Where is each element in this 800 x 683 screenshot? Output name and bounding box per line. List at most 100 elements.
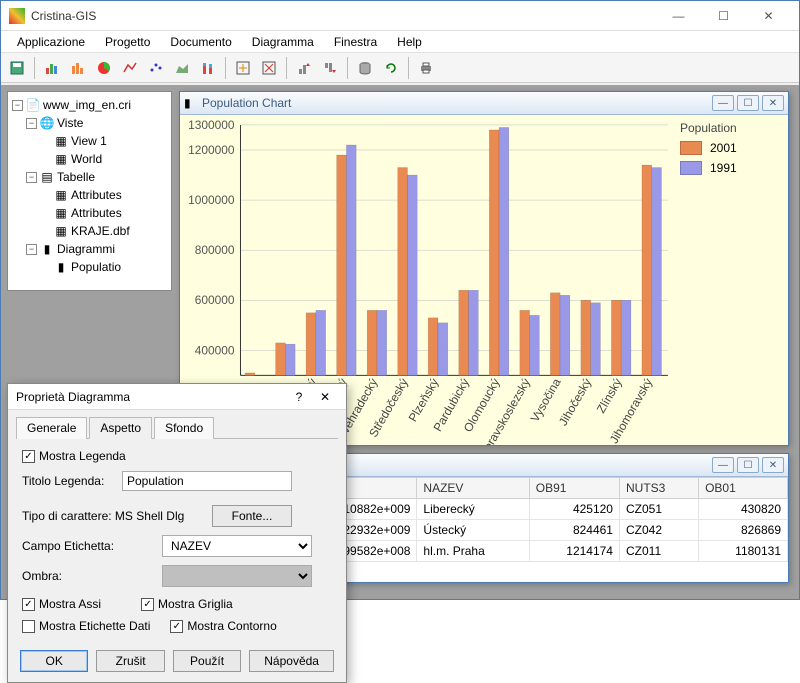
mdi-maximize-button[interactable]: ☐: [737, 95, 759, 111]
chart-properties-dialog: Proprietà Diagramma ? ✕ Generale Aspetto…: [7, 383, 347, 683]
show-grid-checkbox[interactable]: ✓Mostra Griglia: [141, 597, 233, 611]
apply-button[interactable]: Použít: [173, 650, 241, 672]
tree-item-attributes2[interactable]: ▦Attributes: [54, 204, 167, 222]
toolbar-delete-icon[interactable]: [257, 56, 281, 80]
tree-item-populatio[interactable]: ▮Populatio: [54, 258, 167, 276]
titlebar: Cristina-GIS — ☐ ✕: [1, 1, 799, 31]
dialog-help-button[interactable]: ?: [286, 386, 312, 408]
ok-button[interactable]: OK: [20, 650, 88, 672]
chart-window-title: Population Chart: [202, 96, 709, 110]
maximize-button[interactable]: ☐: [701, 2, 746, 30]
mdi-minimize-button[interactable]: —: [712, 457, 734, 473]
project-tree-panel: − 📄 www_img_en.cri − 🌐 Viste ▦View 1 ▦Wo…: [7, 91, 172, 291]
toolbar-edit-icon[interactable]: [231, 56, 255, 80]
tree-group-tabelle[interactable]: − ▤ Tabelle: [26, 168, 167, 186]
toolbar-database-icon[interactable]: [353, 56, 377, 80]
toolbar-barchart-icon[interactable]: [40, 56, 64, 80]
toolbar-print-icon[interactable]: [414, 56, 438, 80]
legend-title: Population: [680, 121, 780, 135]
chart-group-icon: ▮: [40, 242, 54, 256]
font-button[interactable]: Fonte...: [212, 505, 292, 527]
table-icon: ▦: [54, 206, 68, 220]
minimize-button[interactable]: —: [656, 2, 701, 30]
tab-aspetto[interactable]: Aspetto: [89, 417, 152, 439]
collapse-icon[interactable]: −: [12, 100, 23, 111]
mdi-close-button[interactable]: ✕: [762, 95, 784, 111]
svg-text:400000: 400000: [195, 343, 235, 357]
tree-group-viste[interactable]: − 🌐 Viste: [26, 114, 167, 132]
label-field-select[interactable]: NAZEV: [162, 535, 312, 557]
mdi-maximize-button[interactable]: ☐: [737, 457, 759, 473]
show-outline-checkbox[interactable]: ✓Mostra Contorno: [170, 619, 276, 633]
col-header[interactable]: OB01: [699, 478, 788, 499]
tree-group-diagrammi[interactable]: − ▮ Diagrammi: [26, 240, 167, 258]
menu-applicazione[interactable]: Applicazione: [7, 33, 95, 51]
menu-progetto[interactable]: Progetto: [95, 33, 160, 51]
svg-text:1000000: 1000000: [188, 193, 235, 207]
toolbar-scatter-icon[interactable]: [144, 56, 168, 80]
col-header[interactable]: NAZEV: [417, 478, 529, 499]
table-icon: ▦: [54, 224, 68, 238]
legend-title-input[interactable]: [122, 471, 292, 491]
tree-item-kraje[interactable]: ▦KRAJE.dbf: [54, 222, 167, 240]
close-button[interactable]: ✕: [746, 2, 791, 30]
chart-window-titlebar[interactable]: ▮ Population Chart — ☐ ✕: [180, 92, 788, 115]
dialog-tabs: Generale Aspetto Sfondo: [16, 416, 338, 439]
app-title: Cristina-GIS: [31, 9, 656, 23]
dialog-titlebar[interactable]: Proprietà Diagramma ? ✕: [8, 384, 346, 410]
cancel-button[interactable]: Zrušit: [96, 650, 164, 672]
svg-text:800000: 800000: [195, 243, 235, 257]
toolbar-barchart2-icon[interactable]: [66, 56, 90, 80]
show-legend-checkbox[interactable]: ✓Mostra Legenda: [22, 449, 126, 463]
collapse-icon[interactable]: −: [26, 172, 37, 183]
tree-root[interactable]: − 📄 www_img_en.cri: [12, 96, 167, 114]
toolbar-stackedbar-icon[interactable]: [196, 56, 220, 80]
tab-generale[interactable]: Generale: [16, 417, 87, 439]
toolbar: [1, 53, 799, 83]
table-icon: ▦: [54, 188, 68, 202]
app-icon: [9, 8, 25, 24]
col-header[interactable]: OB91: [529, 478, 619, 499]
menu-diagramma[interactable]: Diagramma: [242, 33, 324, 51]
svg-text:Zlínský: Zlínský: [594, 376, 625, 416]
dialog-close-button[interactable]: ✕: [312, 386, 338, 408]
show-data-labels-checkbox[interactable]: Mostra Etichette Dati: [22, 619, 150, 633]
app-window: Cristina-GIS — ☐ ✕ Applicazione Progetto…: [0, 0, 800, 600]
col-header[interactable]: NUTS3: [619, 478, 698, 499]
tab-sfondo[interactable]: Sfondo: [154, 417, 214, 439]
toolbar-areachart-icon[interactable]: [170, 56, 194, 80]
shadow-select[interactable]: [162, 565, 312, 587]
mdi-minimize-button[interactable]: —: [712, 95, 734, 111]
label-field-label: Campo Etichetta:: [22, 539, 162, 553]
help-button[interactable]: Nápověda: [249, 650, 334, 672]
toolbar-series-up-icon[interactable]: [292, 56, 316, 80]
mdi-close-button[interactable]: ✕: [762, 457, 784, 473]
svg-text:1300000: 1300000: [188, 118, 235, 132]
toolbar-series-down-icon[interactable]: [318, 56, 342, 80]
tree-item-world[interactable]: ▦World: [54, 150, 167, 168]
dialog-title: Proprietà Diagramma: [16, 390, 286, 404]
shadow-label: Ombra:: [22, 569, 162, 583]
toolbar-linechart-icon[interactable]: [118, 56, 142, 80]
toolbar-piechart-icon[interactable]: [92, 56, 116, 80]
show-axes-checkbox[interactable]: ✓Mostra Assi: [22, 597, 101, 611]
collapse-icon[interactable]: −: [26, 118, 37, 129]
menubar: Applicazione Progetto Documento Diagramm…: [1, 31, 799, 53]
legend-title-label: Titolo Legenda:: [22, 474, 122, 488]
collapse-icon[interactable]: −: [26, 244, 37, 255]
tree-item-attributes1[interactable]: ▦Attributes: [54, 186, 167, 204]
menu-help[interactable]: Help: [387, 33, 432, 51]
svg-text:1200000: 1200000: [188, 143, 235, 157]
toolbar-save-icon[interactable]: [5, 56, 29, 80]
globe-icon: 🌐: [40, 116, 54, 130]
table-group-icon: ▤: [40, 170, 54, 184]
tree-item-view1[interactable]: ▦View 1: [54, 132, 167, 150]
toolbar-refresh-icon[interactable]: [379, 56, 403, 80]
font-label: Tipo di carattere: MS Shell Dlg: [22, 509, 212, 523]
legend-item-1991: 1991: [680, 161, 780, 175]
svg-text:600000: 600000: [195, 293, 235, 307]
view-icon: ▦: [54, 134, 68, 148]
menu-finestra[interactable]: Finestra: [324, 33, 387, 51]
dialog-body: ✓Mostra Legenda Titolo Legenda: Tipo di …: [8, 439, 346, 651]
menu-documento[interactable]: Documento: [160, 33, 241, 51]
